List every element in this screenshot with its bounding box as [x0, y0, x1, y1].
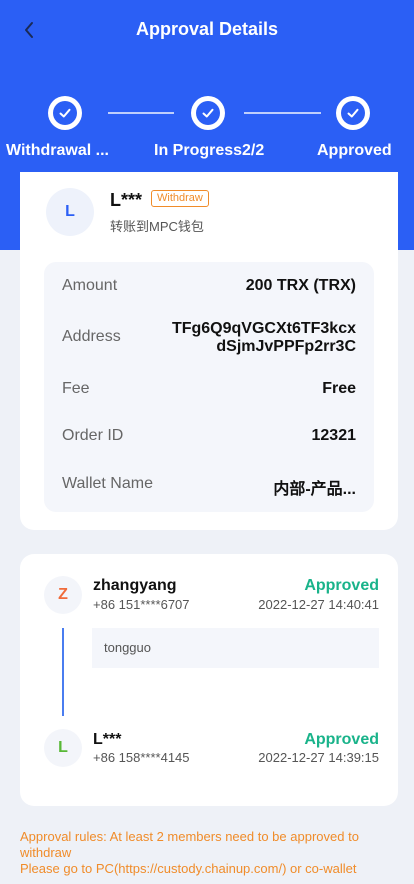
- step-2-indicator: [191, 96, 225, 130]
- approver-name: zhangyang: [93, 577, 177, 594]
- check-icon: [202, 108, 214, 118]
- approver-avatar: L: [44, 729, 82, 767]
- requester-name: L***: [110, 190, 143, 210]
- address-label: Address: [62, 328, 121, 345]
- order-id-value: 12321: [311, 427, 357, 444]
- requester-avatar: L: [46, 188, 94, 236]
- type-badge: Withdraw: [151, 190, 209, 207]
- fee-label: Fee: [62, 380, 90, 397]
- step-1-label: Withdrawal ...: [6, 142, 109, 159]
- approval-comment: tongguo: [92, 628, 379, 668]
- detail-box: Amount 200 TRX (TRX) Address TFg6Q9qVGCX…: [44, 262, 374, 512]
- check-icon: [59, 108, 71, 118]
- approver-name: L***: [93, 731, 122, 748]
- approval-time: 2022-12-27 14:40:41: [258, 597, 379, 612]
- approval-rules: Approval rules: At least 2 members need …: [20, 829, 404, 877]
- step-3-label: Approved: [317, 142, 392, 159]
- step-3-indicator: [336, 96, 370, 130]
- step-connector-2: [244, 112, 321, 114]
- address-value[interactable]: TFg6Q9qVGCXt6TF3kcx dSjmJvPPFp2rr3C: [172, 320, 356, 356]
- step-connector-1: [108, 112, 174, 114]
- approval-timeline-card: Z zhangyang +86 151****6707 Approved 202…: [20, 554, 398, 806]
- approver-avatar: Z: [44, 576, 82, 614]
- timeline-connector: [62, 628, 64, 716]
- step-2-label: In Progress2/2: [154, 142, 265, 159]
- approver-phone: +86 151****6707: [93, 597, 190, 612]
- address-line-2: dSjmJvPPFp2rr3C: [216, 338, 356, 355]
- fee-value: Free: [322, 380, 356, 397]
- request-card: L L*** Withdraw 转账到MPC钱包 Amount 200 TRX …: [20, 172, 398, 530]
- wallet-name-value: 内部-产品...: [273, 481, 356, 498]
- rules-line-1: Approval rules: At least 2 members need …: [20, 829, 359, 860]
- order-id-label: Order ID: [62, 427, 124, 444]
- page-title: Approval Details: [135, 19, 279, 39]
- rules-line-2: Please go to PC(https://custody.chainup.…: [20, 861, 357, 876]
- request-description: 转账到MPC钱包: [110, 219, 204, 234]
- wallet-name-label: Wallet Name: [62, 475, 153, 492]
- amount-label: Amount: [62, 277, 118, 294]
- step-1-indicator: [48, 96, 82, 130]
- approval-status: Approved: [304, 731, 379, 748]
- amount-value: 200 TRX (TRX): [245, 277, 356, 294]
- approval-time: 2022-12-27 14:39:15: [258, 750, 379, 765]
- approver-phone: +86 158****4145: [93, 750, 190, 765]
- check-icon: [347, 108, 359, 118]
- address-line-1: TFg6Q9qVGCXt6TF3kcx: [171, 320, 356, 337]
- approval-status: Approved: [304, 577, 379, 594]
